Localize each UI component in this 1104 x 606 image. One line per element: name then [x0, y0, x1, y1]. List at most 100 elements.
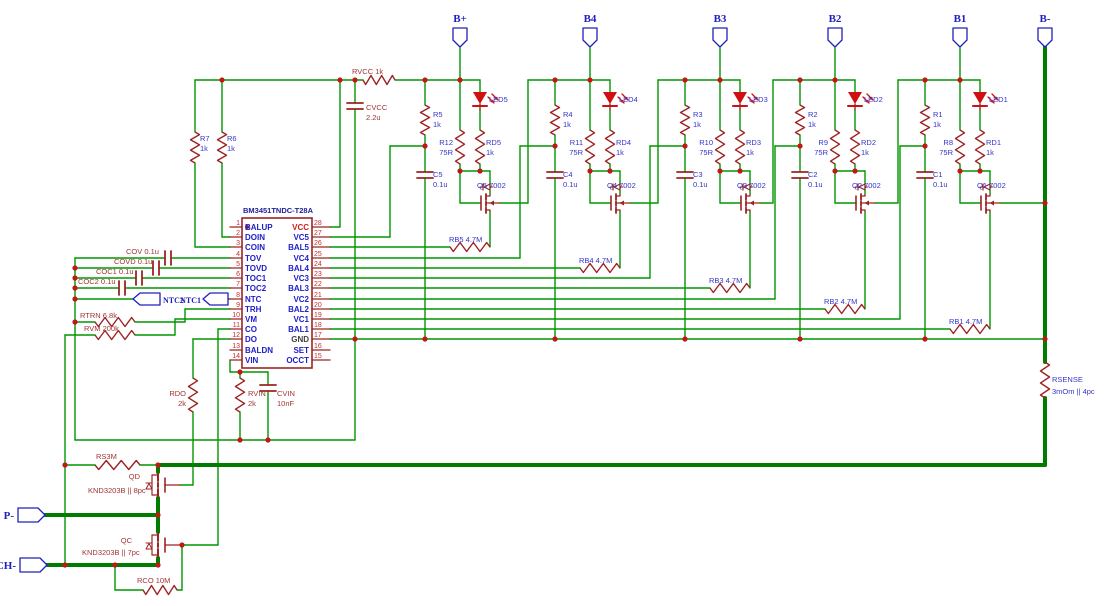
- resistor-symbol: [456, 130, 465, 164]
- resistor-symbol: [218, 132, 227, 163]
- led-symbol: [848, 92, 862, 104]
- power-mosfet-body-diode: [146, 544, 152, 550]
- label-led5: LED5: [489, 95, 508, 104]
- label-doin: DOIN: [245, 233, 265, 242]
- label-11: 11: [233, 322, 240, 329]
- terminal-B+: [453, 28, 467, 47]
- label-rco-10m: RCO 10M: [137, 576, 170, 585]
- label-rvm-200k: RVM 200k: [84, 324, 119, 333]
- label-1k: 1k: [746, 148, 754, 157]
- resistor-symbol: [606, 130, 615, 164]
- resistor-symbol: [1041, 362, 1050, 398]
- resistor-symbol: [681, 105, 690, 135]
- junction-dot: [72, 275, 77, 280]
- junction-dot: [72, 296, 77, 301]
- junction-dot: [352, 77, 357, 82]
- label-vc3: VC3: [293, 274, 309, 283]
- label-75r: 75R: [699, 148, 713, 157]
- resistor-symbol: [363, 76, 395, 85]
- junction-dot: [607, 168, 612, 173]
- resistor-symbol: [736, 130, 745, 164]
- label-27: 27: [314, 230, 322, 237]
- terminal-B-: [1038, 28, 1052, 47]
- terminal-CH-: [20, 558, 47, 572]
- label-1k: 1k: [861, 148, 869, 157]
- label-10nf: 10nF: [277, 399, 295, 408]
- label-vc4: VC4: [293, 254, 309, 263]
- label-75r: 75R: [569, 148, 583, 157]
- label-coin: COIN: [245, 243, 265, 252]
- label-rvin: RVIN: [248, 389, 266, 398]
- led-symbol: [733, 92, 747, 104]
- junction-dot: [457, 168, 462, 173]
- label-9: 9: [236, 302, 240, 309]
- label-led3: LED3: [749, 95, 768, 104]
- junction-dot: [552, 77, 557, 82]
- schematic-page: BM3451TNDC-T28A128BALUPVCC227DOINVC5326C…: [0, 0, 1104, 606]
- junction-dot: [957, 168, 962, 173]
- label-cvcc: CVCC: [366, 103, 388, 112]
- label-75r: 75R: [439, 148, 453, 157]
- label-3mom-4pc: 3mOm || 4pc: [1052, 387, 1095, 396]
- label-r12: R12: [439, 138, 453, 147]
- label-led1: LED1: [989, 95, 1008, 104]
- label-baldn: BALDN: [245, 346, 273, 355]
- label-1k: 1k: [986, 148, 994, 157]
- junction-dot: [219, 77, 224, 82]
- label-co: CO: [245, 325, 257, 334]
- label-r11: R11: [570, 138, 583, 147]
- label-13: 13: [232, 343, 240, 350]
- label-cvin: CVIN: [277, 389, 295, 398]
- label-do: DO: [245, 335, 257, 344]
- label-1k: 1k: [563, 120, 571, 129]
- label-covd-0-1u: COVD 0.1u: [114, 257, 152, 266]
- junction-dot: [237, 437, 242, 442]
- label-r10: R10: [699, 138, 713, 147]
- label-bal2: BAL2: [288, 305, 309, 314]
- label-r8: R8: [943, 138, 953, 147]
- label-q4-7002: Q4 7002: [607, 181, 636, 190]
- label-23: 23: [314, 271, 322, 278]
- junction-dot: [797, 336, 802, 341]
- label-rd5: RD5: [486, 138, 501, 147]
- junction-dot: [477, 168, 482, 173]
- label-trh: TRH: [245, 305, 262, 314]
- junction-dot: [737, 168, 742, 173]
- junction-dot: [922, 77, 927, 82]
- label-0-1u: 0.1u: [433, 180, 448, 189]
- junction-dot: [62, 562, 67, 567]
- label-q1-7002: Q1 7002: [977, 181, 1006, 190]
- label-rsense: RSENSE: [1052, 375, 1083, 384]
- label-12: 12: [232, 332, 240, 339]
- label-2k: 2k: [178, 399, 186, 408]
- label-vcc: VCC: [292, 223, 309, 232]
- junction-dot: [62, 462, 67, 467]
- junction-dot: [957, 77, 962, 82]
- junction-dot: [72, 285, 77, 290]
- label-2: 2: [236, 230, 240, 237]
- junction-dot: [422, 143, 427, 148]
- label-bm3451tndc-t28a: BM3451TNDC-T28A: [243, 206, 314, 215]
- junction-dot: [832, 168, 837, 173]
- label-25: 25: [314, 251, 322, 258]
- label-rs3m: RS3M: [96, 452, 117, 461]
- junction-dot: [852, 168, 857, 173]
- terminal-B3: [713, 28, 727, 47]
- label-r2: R2: [808, 110, 818, 119]
- junction-dot: [337, 77, 342, 82]
- mosfet-arrow: [750, 201, 755, 206]
- label-r5: R5: [433, 110, 443, 119]
- label-5: 5: [236, 261, 240, 268]
- resistor-symbol: [191, 132, 200, 163]
- label-q2-7002: Q2 7002: [852, 181, 881, 190]
- label-22: 22: [314, 281, 322, 288]
- label-1k: 1k: [616, 148, 624, 157]
- label-tovd: TOVD: [245, 264, 267, 273]
- net-label-NTC1: [203, 293, 228, 305]
- label-15: 15: [314, 353, 322, 360]
- label-vc1: VC1: [293, 315, 309, 324]
- label-led2: LED2: [864, 95, 883, 104]
- terminal-P-: [18, 508, 45, 522]
- label-r4: R4: [563, 110, 573, 119]
- resistor-symbol: [95, 461, 140, 470]
